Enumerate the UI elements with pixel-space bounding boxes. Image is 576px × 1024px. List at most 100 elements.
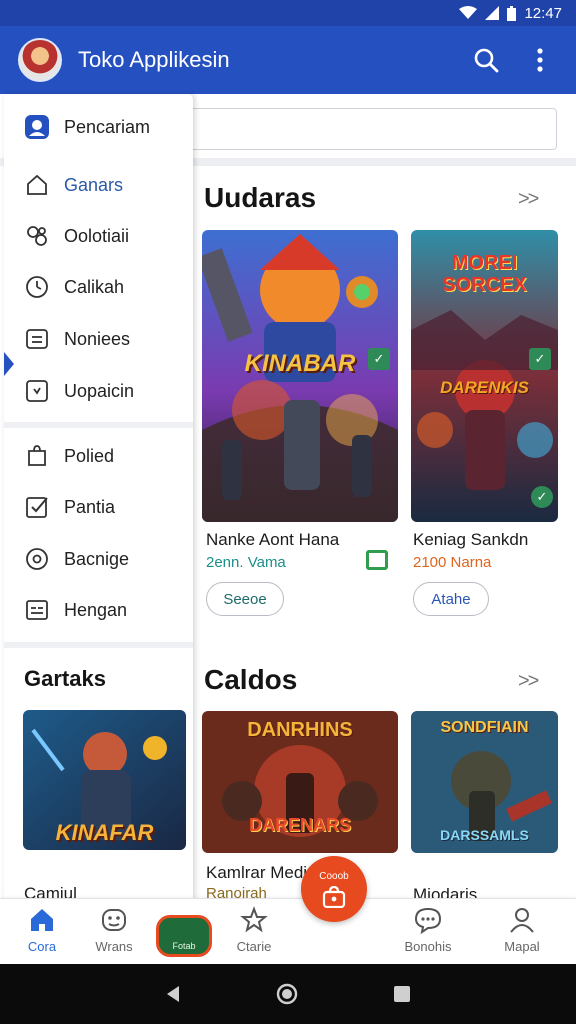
navigation-drawer: Pencariam Ganars Oolotiaii Calikah Nonie… <box>4 94 193 964</box>
nav-label: Cora <box>27 939 57 954</box>
download-icon <box>24 378 50 404</box>
game-art-top-title: SONDFIAIN <box>440 719 529 736</box>
checkbox-icon <box>24 494 50 520</box>
system-navigation-bar <box>0 964 576 1024</box>
game-art-top-title: MOREI SORCEX <box>442 252 527 296</box>
game-title: Nanke Aont Hana <box>206 530 340 549</box>
nav-item-messages[interactable]: Bonohis <box>388 905 468 961</box>
home-icon <box>24 172 50 198</box>
game-art-top-title: DANRHINS <box>247 719 353 741</box>
section-title-updates: Uudaras <box>204 182 317 213</box>
nav-item-games[interactable]: Wrans <box>74 905 154 961</box>
drawer-item-search[interactable]: Pencariam <box>4 104 193 150</box>
search-icon <box>474 48 499 73</box>
overflow-menu-button[interactable] <box>520 40 560 80</box>
store-fab-button[interactable]: Cooob <box>301 856 367 922</box>
game-artwork: KINABAR <box>202 230 398 522</box>
drawer-item-label: Noniees <box>64 328 131 349</box>
drawer-item-label: Pencariam <box>64 116 151 137</box>
card-action-button[interactable]: Seeoe <box>206 582 284 616</box>
drawer-item-purchases[interactable]: Polied <box>4 433 193 479</box>
store-bag-icon <box>322 885 346 908</box>
profile-icon <box>507 905 537 935</box>
game-card[interactable]: KINABAR ✓ Nanke Aont Hana 2enn. Vama See… <box>202 230 398 616</box>
chat-bubble-icon <box>413 905 443 935</box>
search-button[interactable] <box>466 40 506 80</box>
drawer-item-label: Hengan <box>64 599 128 620</box>
promo-label: Fotab <box>172 941 196 951</box>
nav-item-profile[interactable]: Mapal <box>482 905 562 961</box>
drawer-divider <box>4 642 193 648</box>
drawer-item-parental[interactable]: Pantia <box>4 484 193 530</box>
game-artwork: MOREI SORCEX DARENKIS <box>411 230 558 522</box>
drawer-item-label: Uopaicin <box>64 380 135 401</box>
bag-icon <box>24 443 50 469</box>
drawer-section-title: Gartaks <box>24 666 106 691</box>
drawer-item-label: Pantia <box>64 496 116 517</box>
game-card[interactable]: SONDFIAIN DARSSAMLS Miodaris <box>411 711 558 911</box>
fab-label: Cooob <box>319 870 349 882</box>
nav-label: Mapal <box>504 939 540 954</box>
account-icon <box>24 114 50 140</box>
nav-label: Bonohis <box>404 939 452 954</box>
game-subtitle: 2100 Narna <box>413 554 492 571</box>
more-vert-icon <box>537 48 543 72</box>
game-title: Keniag Sankdn <box>413 530 529 549</box>
drawer-card-art-title: KINAFAR <box>55 820 154 845</box>
drawer-divider <box>4 422 193 428</box>
section-more-arrow[interactable]: >> <box>518 188 539 211</box>
nav-item-home[interactable]: Cora <box>2 905 82 961</box>
app-logo[interactable] <box>18 38 62 82</box>
drawer-item-help[interactable]: Hengan <box>4 587 193 633</box>
drawer-item-label: Oolotiaii <box>64 225 130 246</box>
play-badge-icon: ✓ <box>529 348 551 370</box>
game-art-title: KINABAR <box>244 350 356 377</box>
home-circle-icon[interactable] <box>276 983 298 1005</box>
back-icon[interactable] <box>165 985 181 1003</box>
app-bar: Toko Applikesin <box>0 26 576 94</box>
drawer-item-label: Calikah <box>64 276 125 297</box>
drawer-item-timer[interactable]: Calikah <box>4 264 193 310</box>
bottom-navigation: Cora Wrans Fotab Ctarie Bonohis Mapal <box>0 898 576 964</box>
home-icon <box>27 905 57 935</box>
drawer-item-label: Ganars <box>64 174 124 195</box>
wifi-icon <box>459 6 478 19</box>
drawer-item-games[interactable]: Ganars <box>4 162 193 208</box>
game-card[interactable]: MOREI SORCEX DARENKIS ✓ ✓ Keniag Sankdn … <box>411 230 558 616</box>
drawer-item-apps[interactable]: Oolotiaii <box>4 213 193 259</box>
nav-label: Ctarie <box>236 939 272 954</box>
star-outline-icon <box>239 905 269 935</box>
search-input[interactable] <box>188 108 557 150</box>
drawer-item-settings[interactable]: Bacnige <box>4 536 193 582</box>
drawer-item-updates[interactable]: Uopaicin <box>4 368 193 414</box>
section-more-arrow[interactable]: >> <box>518 670 539 693</box>
play-badge-icon: ✓ <box>531 486 553 508</box>
game-card[interactable]: DANRHINS DARENARS Kamlrar Mediuan Ranoir… <box>202 711 398 911</box>
signal-icon <box>485 6 500 20</box>
battery-icon <box>507 5 517 21</box>
drawer-item-lists[interactable]: Noniees <box>4 316 193 362</box>
game-art-title: DARSSAMLS <box>440 827 529 843</box>
recents-icon[interactable] <box>393 985 411 1003</box>
status-bar: 12:47 <box>0 0 576 26</box>
promo-thumbnail[interactable]: Fotab <box>156 915 212 957</box>
play-badge-icon: ✓ <box>368 348 390 370</box>
nav-item-charts[interactable]: Ctarie <box>214 905 294 961</box>
section-title-cards: Caldos <box>204 664 298 695</box>
nav-label: Wrans <box>95 939 133 954</box>
drawer-game-card[interactable]: KINAFAR <box>23 710 186 850</box>
card-action-button[interactable]: Atahe <box>413 582 489 616</box>
game-art-title: DARENKIS <box>440 378 529 397</box>
drawer-item-label: Polied <box>64 445 115 466</box>
game-face-icon <box>99 905 129 935</box>
game-artwork: SONDFIAIN DARSSAMLS <box>411 711 558 853</box>
game-art-title: DARENARS <box>248 815 351 835</box>
app-title: Toko Applikesin <box>78 47 230 72</box>
timer-icon <box>24 274 50 300</box>
grid-card-icon <box>24 597 50 623</box>
puzzle-icon <box>24 223 50 249</box>
screen-icon <box>366 550 388 570</box>
status-time: 12:47 <box>524 4 562 22</box>
drawer-item-label: Bacnige <box>64 548 130 569</box>
target-icon <box>24 546 50 572</box>
